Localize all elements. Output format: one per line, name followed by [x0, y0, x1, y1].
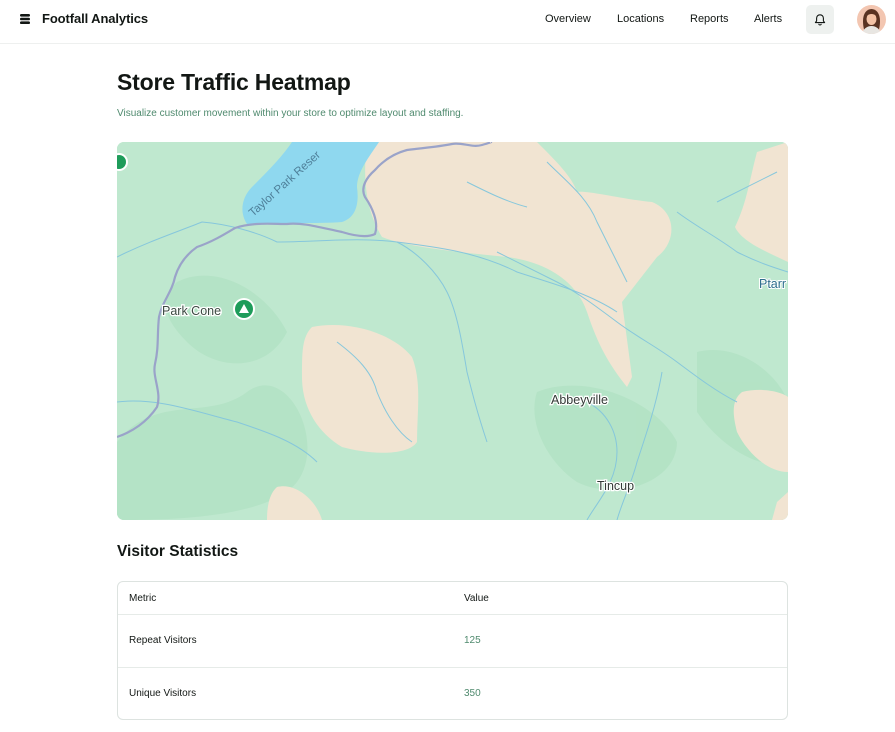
heatmap-map[interactable]: Taylor Park Reser Park Cone Abbeyville T… [117, 142, 788, 520]
nav-alerts[interactable]: Alerts [754, 13, 782, 25]
map-label-edge: Ptarr [759, 277, 786, 291]
table-row: Unique Visitors 350 [118, 668, 787, 719]
nav-overview[interactable]: Overview [545, 13, 591, 25]
logo-icon [20, 13, 30, 24]
avatar-image [857, 5, 886, 34]
nav-locations[interactable]: Locations [617, 13, 664, 25]
top-bar: Footfall Analytics Overview Locations Re… [0, 0, 895, 44]
app-name: Footfall Analytics [42, 11, 149, 26]
notifications-button[interactable] [806, 5, 834, 34]
map-label-peak: Park Cone [162, 304, 221, 318]
page-subtitle: Visualize customer movement within your … [117, 108, 464, 119]
table-row: Repeat Visitors 125 [118, 615, 787, 668]
map-label-town-abbeyville: Abbeyville [551, 393, 608, 407]
user-avatar[interactable] [857, 5, 886, 34]
metric-cell: Repeat Visitors [129, 635, 197, 646]
park-cone-marker[interactable] [233, 298, 255, 320]
bell-icon [814, 13, 826, 26]
section-title-visitor-statistics: Visitor Statistics [117, 543, 239, 560]
brand[interactable]: Footfall Analytics [18, 11, 148, 26]
table-header: Metric Value [118, 582, 787, 615]
column-header-metric: Metric [129, 593, 157, 604]
column-header-value: Value [464, 593, 489, 604]
map-label-town-tincup: Tincup [597, 479, 634, 493]
value-cell: 125 [464, 635, 481, 646]
map-canvas[interactable]: Taylor Park Reser Park Cone Abbeyville T… [117, 142, 788, 520]
nav-reports[interactable]: Reports [690, 13, 729, 25]
visitor-stats-table: Metric Value Repeat Visitors 125 Unique … [117, 581, 788, 720]
page-title: Store Traffic Heatmap [117, 69, 351, 95]
value-cell: 350 [464, 688, 481, 699]
metric-cell: Unique Visitors [129, 688, 197, 699]
